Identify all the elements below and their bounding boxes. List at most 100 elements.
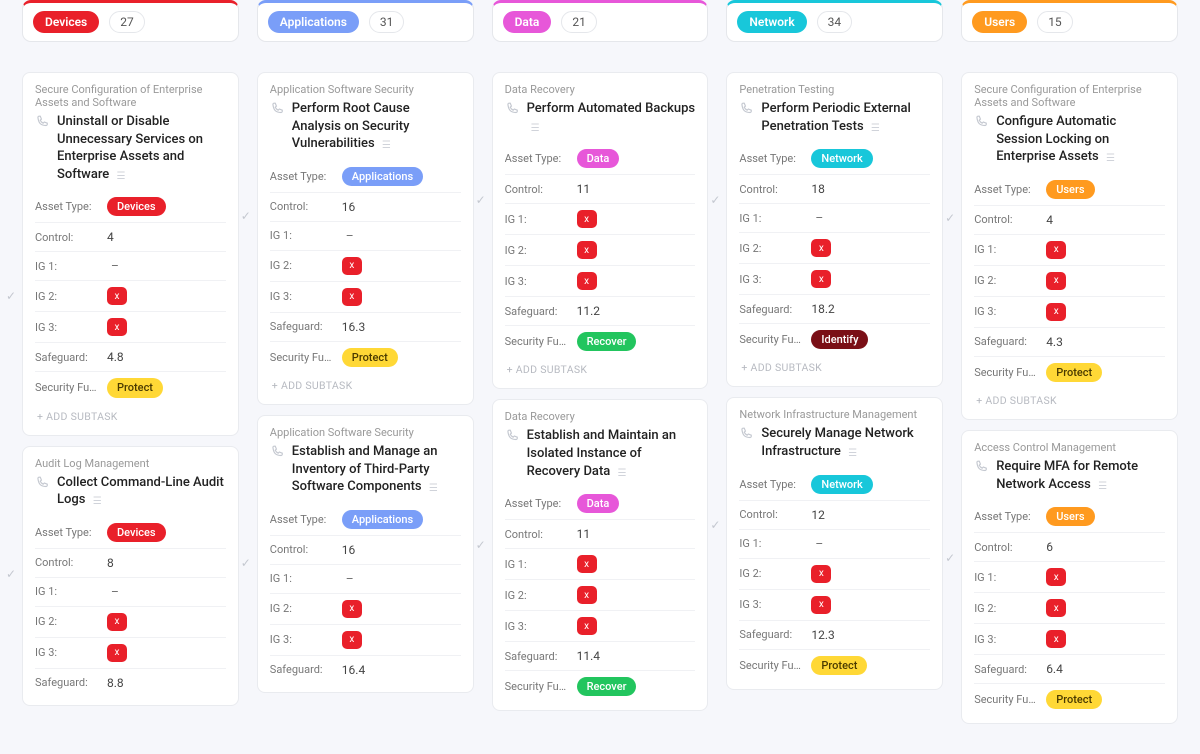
security-fn-badge: Protect	[1046, 363, 1102, 382]
field-label-safeguard: Safeguard:	[35, 351, 107, 364]
column-header[interactable]: Data21	[492, 0, 709, 42]
field-label-ig2: IG 2:	[739, 242, 811, 255]
safeguard-value: 6.4	[1046, 662, 1063, 676]
task-card[interactable]: ✓Secure Configuration of Enterprise Asse…	[22, 72, 239, 436]
field-label-control: Control:	[974, 213, 1046, 226]
field-label-ig3: IG 3:	[739, 273, 811, 286]
field-label-ig2: IG 2:	[35, 290, 107, 303]
task-card[interactable]: ✓Application Software SecurityEstablish …	[257, 415, 474, 693]
add-subtask-button[interactable]: + ADD SUBTASK	[35, 404, 226, 427]
field-label-ig1: IG 1:	[505, 558, 577, 571]
check-icon[interactable]: ✓	[474, 194, 488, 206]
task-card[interactable]: ✓Secure Configuration of Enterprise Asse…	[961, 72, 1178, 420]
column-title-pill: Devices	[33, 11, 99, 33]
asset-type-badge: Network	[811, 149, 872, 168]
field-label-ig1: IG 1:	[270, 572, 342, 585]
safeguard-value: 8.8	[107, 676, 124, 690]
phone-icon	[270, 102, 284, 116]
x-badge: x	[107, 644, 127, 662]
security-fn-badge: Protect	[342, 348, 398, 367]
field-label-ig1: IG 1:	[739, 537, 811, 550]
field-label-ig1: IG 1:	[974, 571, 1046, 584]
x-badge: x	[1046, 630, 1066, 648]
column-count: 27	[109, 11, 145, 33]
field-label-ig2: IG 2:	[974, 274, 1046, 287]
dash-value: –	[811, 211, 823, 225]
phone-icon	[739, 427, 753, 441]
card-category: Application Software Security	[270, 426, 461, 439]
column-header[interactable]: Applications31	[257, 0, 474, 42]
field-label-control: Control:	[35, 556, 107, 569]
x-badge: x	[342, 288, 362, 306]
control-value: 4	[1046, 213, 1053, 227]
task-card[interactable]: ✓Access Control ManagementRequire MFA fo…	[961, 430, 1178, 724]
add-subtask-button[interactable]: + ADD SUBTASK	[974, 388, 1165, 411]
x-badge: x	[577, 272, 597, 290]
field-label-ig1: IG 1:	[35, 260, 107, 273]
phone-icon	[35, 476, 49, 490]
field-label-ig2: IG 2:	[974, 602, 1046, 615]
card-title: Require MFA for Remote Network Access ☰	[996, 458, 1165, 493]
x-badge: x	[577, 586, 597, 604]
check-icon[interactable]: ✓	[4, 568, 18, 580]
x-badge: x	[1046, 272, 1066, 290]
phone-icon	[35, 115, 49, 129]
card-title: Perform Automated Backups ☰	[527, 100, 696, 135]
card-title: Collect Command-Line Audit Logs ☰	[57, 474, 226, 509]
check-icon[interactable]: ✓	[4, 290, 18, 302]
check-icon[interactable]: ✓	[943, 552, 957, 564]
column-header[interactable]: Network34	[726, 0, 943, 42]
column-title-pill: Users	[972, 11, 1027, 33]
field-label-safeguard: Safeguard:	[505, 305, 577, 318]
column-title-pill: Network	[737, 11, 806, 33]
task-card[interactable]: ✓Data RecoveryEstablish and Maintain an …	[492, 399, 709, 711]
check-icon[interactable]: ✓	[708, 194, 722, 206]
field-label-asset-type: Asset Type:	[739, 478, 811, 491]
field-label-ig2: IG 2:	[270, 259, 342, 272]
security-fn-badge: Identify	[811, 330, 868, 349]
field-label-safeguard: Safeguard:	[270, 320, 342, 333]
task-card[interactable]: ✓Network Infrastructure ManagementSecure…	[726, 397, 943, 689]
card-category: Audit Log Management	[35, 457, 226, 470]
task-card[interactable]: ✓Audit Log ManagementCollect Command-Lin…	[22, 446, 239, 706]
field-label-control: Control:	[505, 183, 577, 196]
column-header[interactable]: Users15	[961, 0, 1178, 42]
x-badge: x	[811, 239, 831, 257]
x-badge: x	[1046, 241, 1066, 259]
column-header[interactable]: Devices 27	[22, 0, 239, 42]
card-category: Penetration Testing	[739, 83, 930, 96]
task-card[interactable]: ✓Application Software SecurityPerform Ro…	[257, 72, 474, 405]
field-label-security-fn: Security Fu…	[974, 693, 1046, 706]
safeguard-value: 11.4	[577, 649, 600, 663]
field-label-control: Control:	[739, 183, 811, 196]
add-subtask-button[interactable]: + ADD SUBTASK	[505, 357, 696, 380]
check-icon[interactable]: ✓	[239, 210, 253, 222]
check-icon[interactable]: ✓	[943, 212, 957, 224]
task-card[interactable]: ✓Data RecoveryPerform Automated Backups …	[492, 72, 709, 389]
add-subtask-button[interactable]: + ADD SUBTASK	[270, 373, 461, 396]
card-category: Application Software Security	[270, 83, 461, 96]
control-value: 8	[107, 556, 114, 570]
control-value: 11	[577, 527, 591, 541]
control-value: 18	[811, 182, 825, 196]
security-fn-badge: Protect	[811, 656, 867, 675]
description-icon: ☰	[1106, 153, 1115, 164]
check-icon[interactable]: ✓	[474, 539, 488, 551]
field-label-control: Control:	[739, 508, 811, 521]
field-label-security-fn: Security Fu…	[505, 680, 577, 693]
field-label-ig2: IG 2:	[505, 589, 577, 602]
field-label-ig1: IG 1:	[974, 243, 1046, 256]
description-icon: ☰	[429, 483, 438, 494]
column-title-pill: Data	[503, 11, 552, 33]
field-label-control: Control:	[270, 200, 342, 213]
x-badge: x	[577, 241, 597, 259]
check-icon[interactable]: ✓	[239, 557, 253, 569]
field-label-control: Control:	[270, 543, 342, 556]
task-card[interactable]: ✓Penetration TestingPerform Periodic Ext…	[726, 72, 943, 387]
add-subtask-button[interactable]: + ADD SUBTASK	[739, 355, 930, 378]
x-badge: x	[342, 600, 362, 618]
field-label-ig3: IG 3:	[505, 620, 577, 633]
check-icon[interactable]: ✓	[708, 519, 722, 531]
safeguard-value: 18.2	[811, 302, 834, 316]
card-category: Data Recovery	[505, 410, 696, 423]
